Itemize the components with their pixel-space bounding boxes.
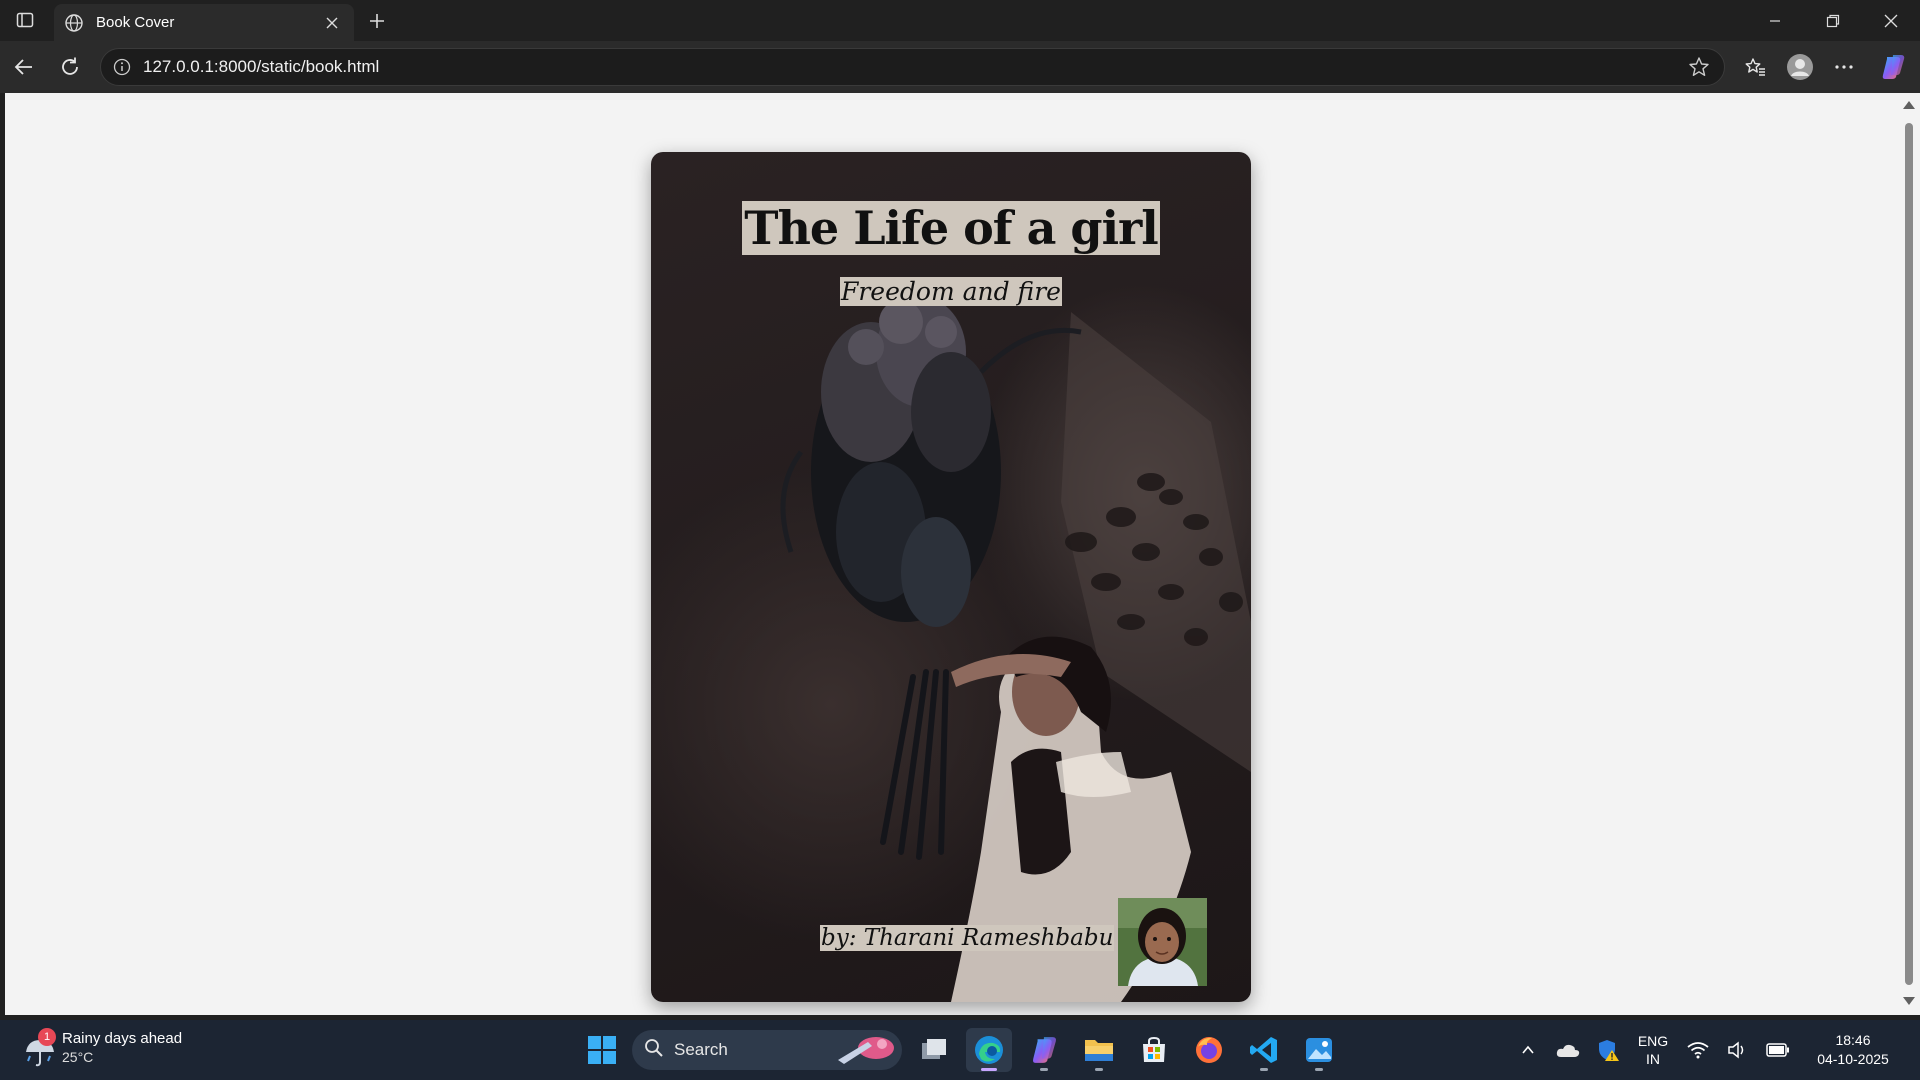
book-subtitle: Freedom and fire: [840, 277, 1062, 306]
scroll-up-icon[interactable]: [1903, 101, 1915, 109]
windows-start-icon[interactable]: [580, 1028, 624, 1072]
scrollbar-thumb[interactable]: [1905, 123, 1913, 985]
task-view-icon[interactable]: [911, 1028, 957, 1072]
browser-toolbar: 127.0.0.1:8000/static/book.html: [0, 41, 1920, 93]
more-menu-icon[interactable]: [1828, 51, 1860, 83]
author-photo: [1118, 898, 1207, 986]
weather-widget[interactable]: 1 Rainy days ahead 25°C: [22, 1028, 182, 1068]
wifi-icon[interactable]: [1678, 1030, 1718, 1070]
edge-browser-icon[interactable]: [966, 1028, 1012, 1072]
profile-avatar-icon[interactable]: [1784, 51, 1816, 83]
input-language-indicator[interactable]: ENG IN: [1628, 1032, 1678, 1068]
address-bar[interactable]: 127.0.0.1:8000/static/book.html: [100, 48, 1725, 86]
book-title: The Life of a girl: [742, 201, 1160, 255]
copilot-app-icon[interactable]: [1021, 1028, 1067, 1072]
weather-title: Rainy days ahead: [62, 1030, 183, 1047]
new-tab-button[interactable]: [362, 6, 392, 36]
tab-title: Book Cover: [96, 14, 175, 31]
photos-app-icon[interactable]: [1296, 1028, 1342, 1072]
back-icon[interactable]: [8, 51, 40, 83]
book-cover: The Life of a girl Freedom and fire by: …: [651, 152, 1251, 1002]
restore-icon[interactable]: [1804, 0, 1862, 41]
tab-book-cover[interactable]: Book Cover: [54, 4, 354, 41]
taskbar-clock[interactable]: 18:46 04-10-2025: [1798, 1031, 1908, 1069]
search-icon: [644, 1038, 664, 1063]
battery-icon[interactable]: [1758, 1030, 1798, 1070]
refresh-icon[interactable]: [54, 51, 86, 83]
clock-time: 18:46: [1835, 1032, 1871, 1048]
copilot-icon[interactable]: [1877, 51, 1909, 83]
globe-icon: [64, 13, 84, 33]
taskbar: 1 Rainy days ahead 25°C Search ENG IN 18…: [0, 1020, 1920, 1080]
microsoft-store-icon[interactable]: [1131, 1028, 1177, 1072]
browser-titlebar: Book Cover: [0, 0, 1920, 41]
search-highlight-icon: [838, 1037, 894, 1064]
taskbar-search[interactable]: Search: [632, 1030, 902, 1070]
vscode-icon[interactable]: [1241, 1028, 1287, 1072]
search-label: Search: [674, 1040, 728, 1059]
scroll-down-icon[interactable]: [1903, 997, 1915, 1005]
security-shield-warning-icon[interactable]: [1588, 1030, 1628, 1070]
weather-temp: 25°C: [62, 1049, 94, 1065]
onedrive-cloud-icon[interactable]: [1548, 1030, 1588, 1070]
close-window-icon[interactable]: [1862, 0, 1920, 41]
firefox-icon[interactable]: [1186, 1028, 1232, 1072]
clock-date: 04-10-2025: [1817, 1051, 1889, 1067]
weather-badge: 1: [38, 1028, 56, 1046]
tab-actions-icon[interactable]: [10, 6, 40, 34]
volume-icon[interactable]: [1718, 1030, 1758, 1070]
url-text[interactable]: 127.0.0.1:8000/static/book.html: [143, 57, 1684, 77]
close-tab-icon[interactable]: [320, 11, 344, 35]
site-info-icon[interactable]: [111, 56, 133, 78]
show-hidden-icons-chevron-icon[interactable]: [1508, 1030, 1548, 1070]
minimize-icon[interactable]: [1746, 0, 1804, 41]
rain-umbrella-icon: 1: [22, 1028, 56, 1068]
book-author: by: Tharani Rameshbabu: [820, 925, 1115, 951]
file-explorer-icon[interactable]: [1076, 1028, 1122, 1072]
favorite-star-icon[interactable]: [1684, 52, 1714, 82]
favorites-icon[interactable]: [1739, 51, 1771, 83]
page-viewport: The Life of a girl Freedom and fire by: …: [5, 93, 1898, 1015]
page-scrollbar[interactable]: [1898, 93, 1920, 1015]
